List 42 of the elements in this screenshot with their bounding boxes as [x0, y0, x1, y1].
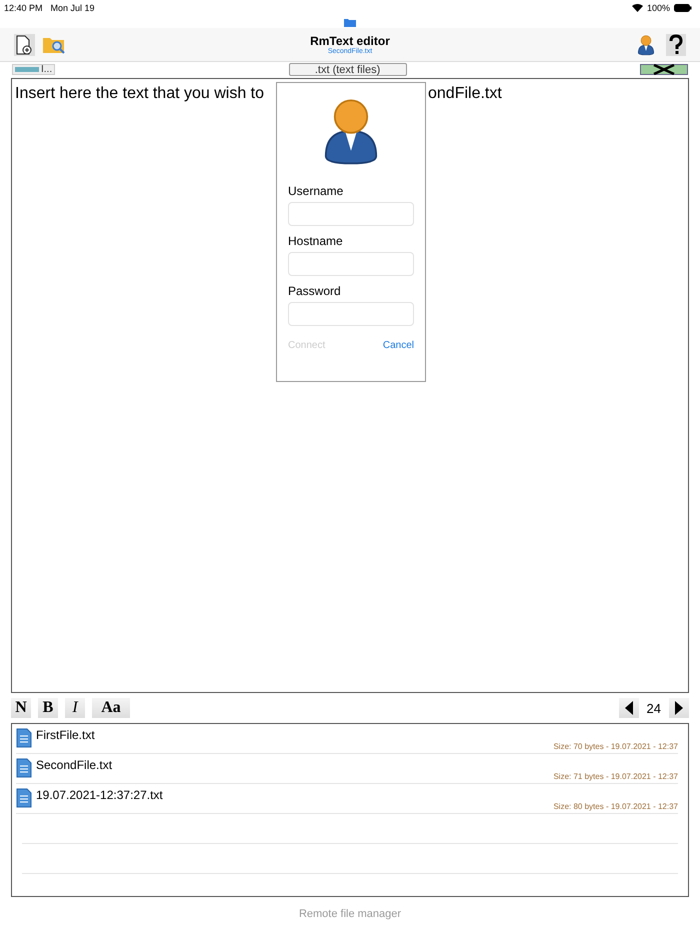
cancel-button[interactable]: Cancel: [382, 340, 414, 351]
field-label: Username: [288, 184, 344, 198]
status-time: 12:40 PM: [4, 3, 43, 13]
next-button[interactable]: [669, 698, 689, 718]
document-icon: [16, 758, 32, 778]
text-mode-button[interactable]: I...: [12, 64, 56, 74]
color-bar-icon: [15, 66, 39, 72]
format-button[interactable]: N: [11, 698, 31, 718]
new-file-icon[interactable]: [12, 32, 36, 56]
editor-text: ondFile.txt: [428, 85, 502, 103]
file-info: Size: 70 bytes - 19.07.2021 - 12:37: [553, 742, 678, 751]
left-arrow-icon: [624, 701, 633, 715]
right-arrow-icon: [675, 701, 683, 715]
battery-percentage: 100%: [646, 3, 670, 13]
battery-icon: [674, 4, 692, 12]
input-field[interactable]: [288, 202, 414, 226]
field-label: Hostname: [288, 234, 344, 248]
input-field[interactable]: [288, 302, 414, 326]
format-button[interactable]: B: [38, 698, 58, 718]
file-row[interactable]: SecondFile.txt Size: 71 bytes - 19.07.2021 - 12:37: [16, 754, 678, 784]
file-row[interactable]: FirstFile.txt Size: 70 bytes - 19.07.2021 - 12:37: [16, 724, 678, 754]
file-info: Size: 71 bytes - 19.07.2021 - 12:37: [553, 772, 678, 781]
font-size-value: 24: [646, 700, 661, 716]
document-icon: [16, 788, 32, 808]
file-row[interactable]: 19.07.2021-12:37:27.txt Size: 80 bytes - 19.07.2021 - 12:37: [16, 784, 678, 814]
previous-button[interactable]: [618, 698, 639, 718]
file-info: Size: 80 bytes - 19.07.2021 - 12:37: [553, 802, 678, 811]
format-button[interactable]: I: [65, 698, 85, 718]
file-name: SecondFile.txt: [36, 758, 112, 772]
help-icon[interactable]: [664, 32, 688, 56]
status-date: Mon Jul 19: [50, 3, 95, 13]
editor-text: Insert here the text that you wish to: [15, 85, 264, 103]
window-title: RmText editor: [310, 34, 390, 48]
file-type-filter[interactable]: .txt (text files): [288, 62, 407, 76]
file-name: FirstFile.txt: [36, 728, 95, 742]
file-name: 19.07.2021-12:37:27.txt: [36, 788, 163, 802]
field-label: Password: [288, 284, 342, 298]
format-button[interactable]: Aa: [92, 698, 130, 718]
input-field[interactable]: [288, 252, 414, 276]
document-icon: [16, 728, 32, 748]
wifi-icon: [632, 4, 643, 12]
close-icon[interactable]: [640, 64, 688, 74]
